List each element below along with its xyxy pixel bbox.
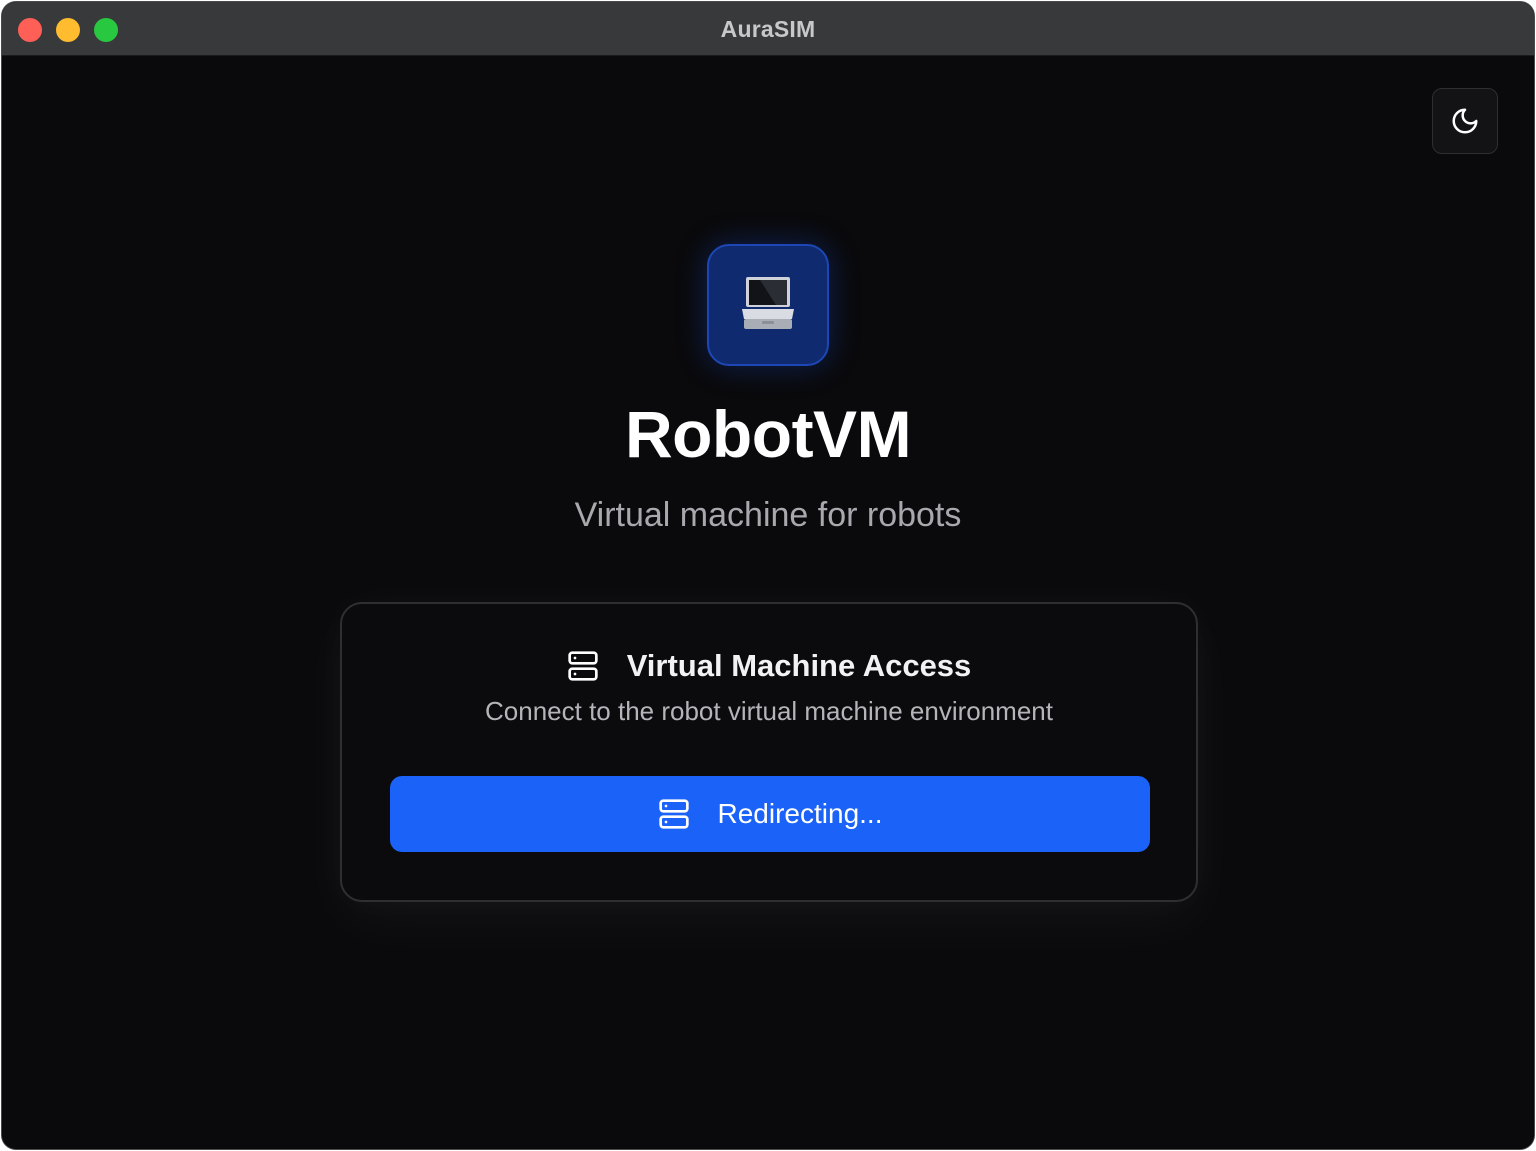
main-content: RobotVM Virtual machine for robots Virtu… [2,56,1534,1149]
card-title: Virtual Machine Access [626,648,972,683]
card-description: Connect to the robot virtual machine env… [485,696,1053,726]
server-icon [658,798,690,830]
app-window: AuraSIM RobotVM Virtual machine for robo… [2,2,1534,1149]
redirect-button[interactable]: Redirecting... [390,776,1150,852]
app-title: RobotVM [624,397,912,471]
window-title: AuraSIM [720,16,816,42]
card-header: Virtual Machine Access [342,648,1196,684]
theme-toggle-button[interactable] [1432,88,1498,154]
vm-access-card: Virtual Machine Access Connect to the ro… [340,602,1198,902]
server-icon [567,650,599,682]
app-logo [707,244,829,366]
redirect-button-label: Redirecting... [717,798,883,829]
app-subtitle: Virtual machine for robots [574,496,962,534]
laptop-icon [740,275,796,335]
moon-icon [1450,106,1480,136]
title-bar: AuraSIM [2,2,1534,56]
